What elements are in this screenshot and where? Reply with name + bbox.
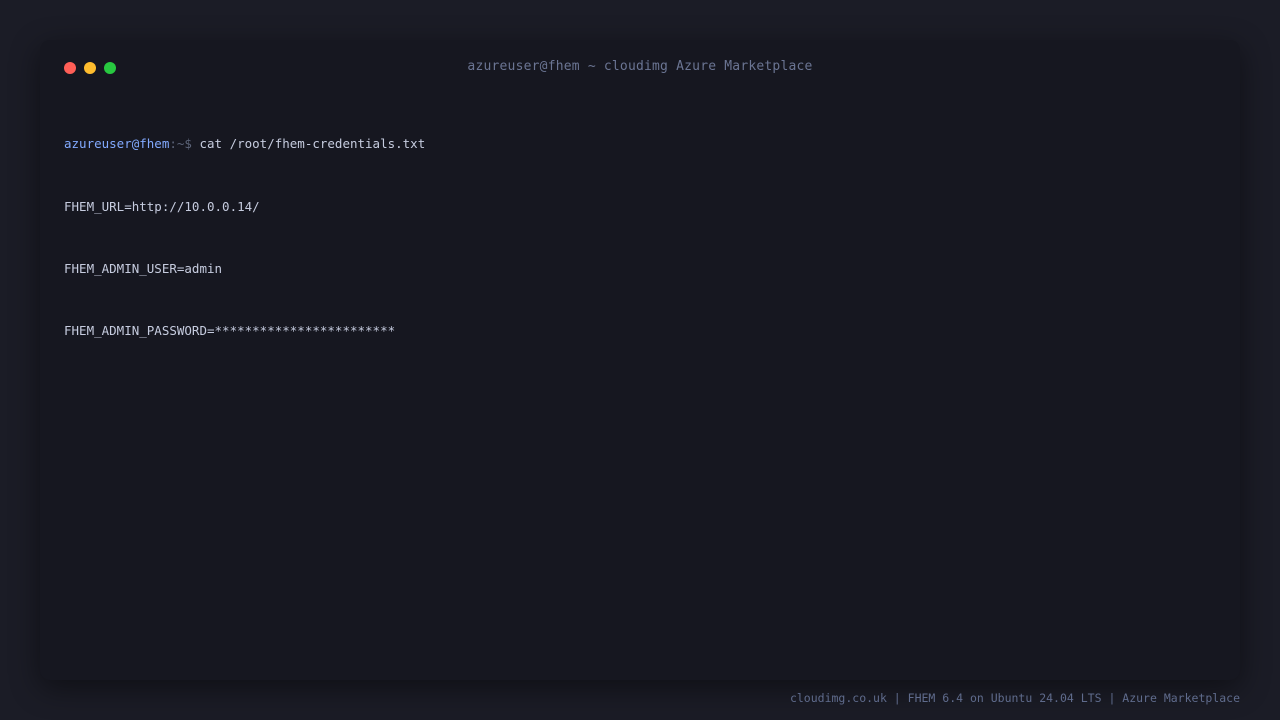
output-line: FHEM_ADMIN_USER=admin — [64, 260, 223, 276]
command-text: cat /root/fhem-credentials.txt — [199, 136, 426, 152]
command-line: azureuser@fhem:~$ cat /root/fhem-credent… — [64, 134, 1216, 155]
title-bar: azureuser@fhem ~ cloudimg Azure Marketpl… — [40, 40, 1240, 94]
output-line: FHEM_URL=http://10.0.0.14/ — [64, 198, 260, 214]
prompt-user-host: azureuser@fhem — [64, 136, 170, 152]
terminal-window: azureuser@fhem ~ cloudimg Azure Marketpl… — [40, 40, 1240, 680]
terminal-output[interactable]: azureuser@fhem:~$ cat /root/fhem-credent… — [64, 93, 1216, 383]
footer-caption: cloudimg.co.uk | FHEM 6.4 on Ubuntu 24.0… — [789, 691, 1240, 705]
window-title: azureuser@fhem ~ cloudimg Azure Marketpl… — [467, 59, 813, 74]
output-line: FHEM_ADMIN_PASSWORD=********************… — [64, 322, 396, 338]
prompt-path-symbol: :~$ — [169, 136, 200, 152]
